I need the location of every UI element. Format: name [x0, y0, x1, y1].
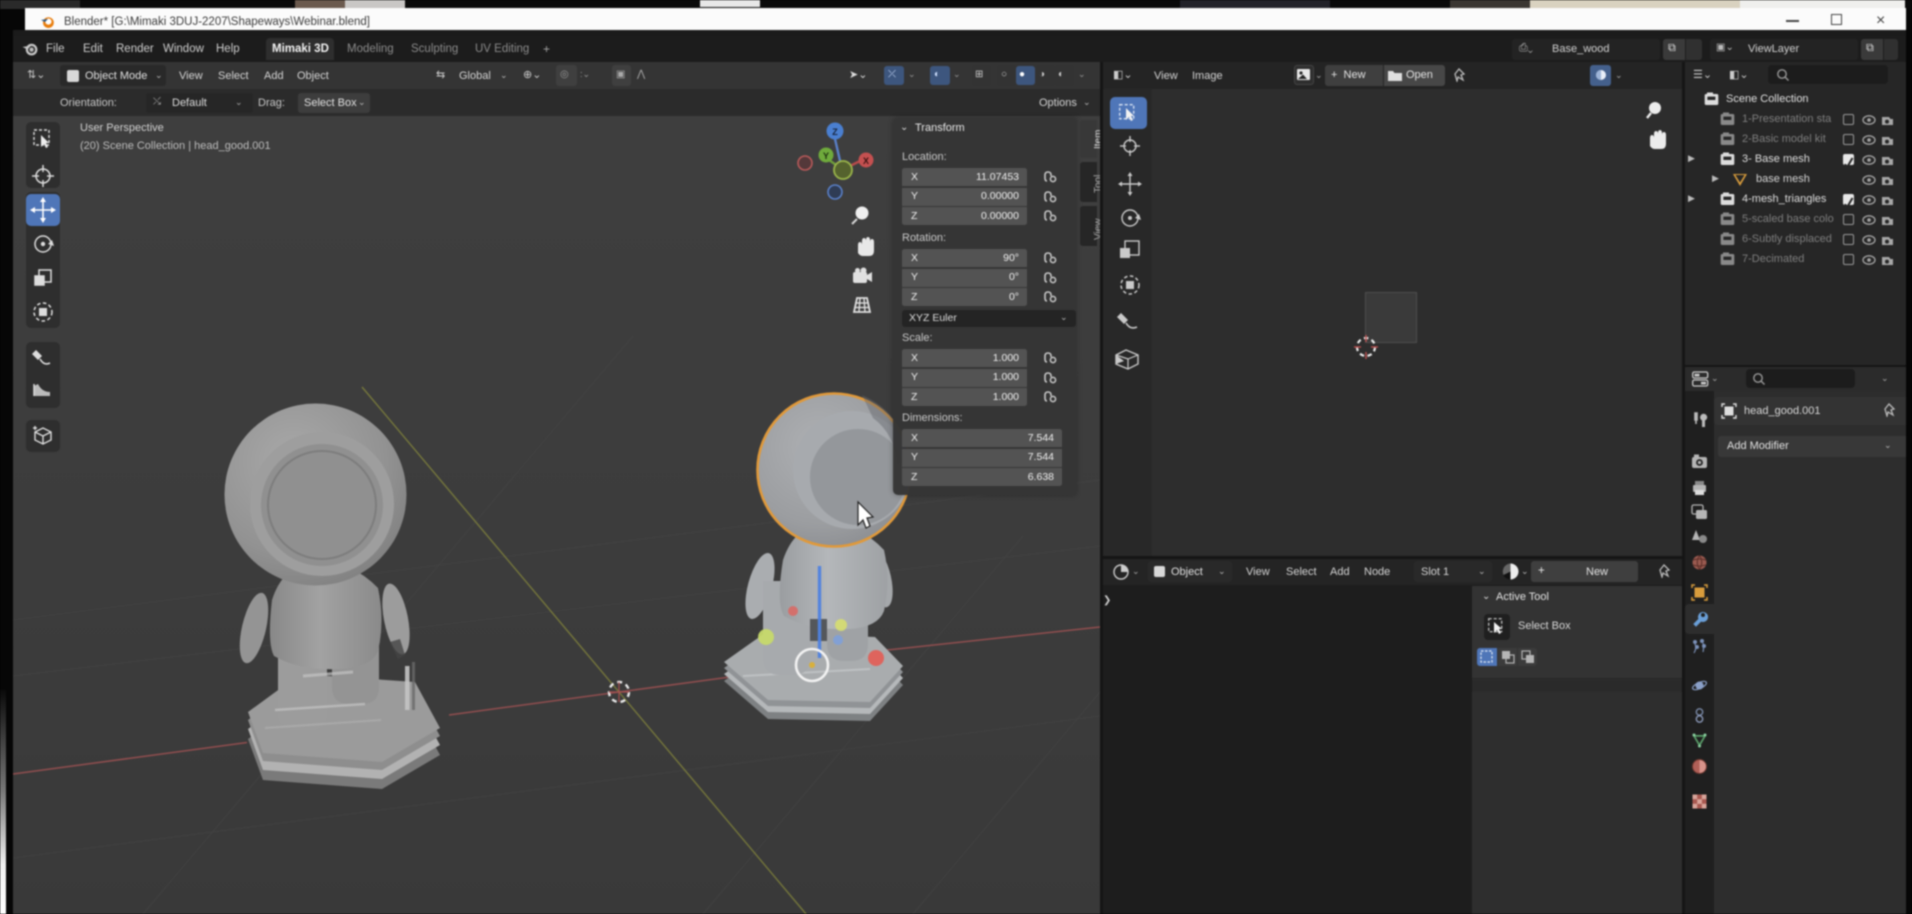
svg-text:Z: Z [832, 127, 838, 137]
svg-text:X: X [863, 156, 869, 166]
svg-text:Y: Y [823, 151, 829, 161]
